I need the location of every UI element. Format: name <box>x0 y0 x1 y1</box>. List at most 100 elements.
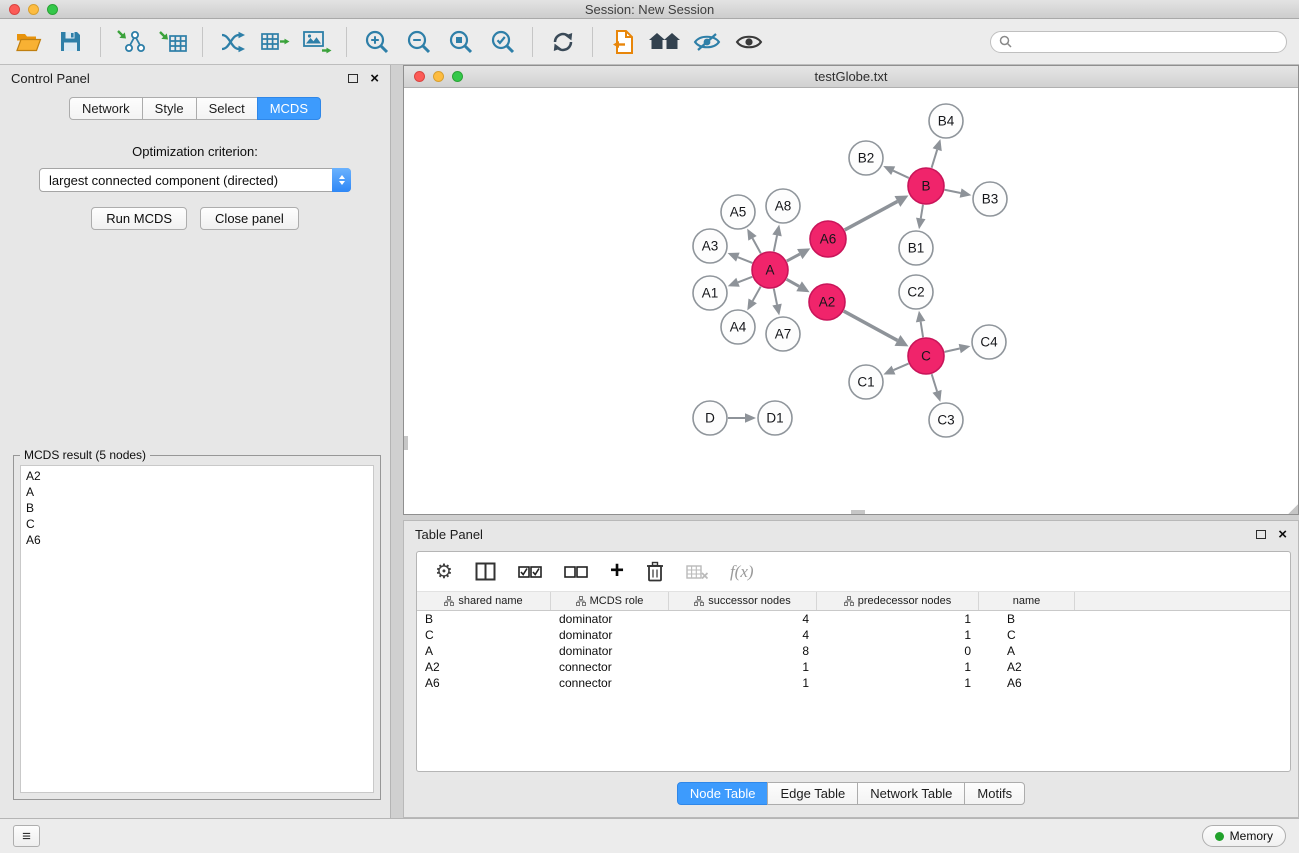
optimization-criterion-select[interactable]: largest connected component (directed) <box>39 168 351 192</box>
close-table-panel-icon[interactable]: × <box>1278 527 1287 542</box>
network-edge[interactable] <box>945 349 960 352</box>
network-edge[interactable] <box>894 364 909 371</box>
cell-shared-name[interactable]: C <box>417 627 551 643</box>
import-table-button[interactable] <box>154 23 191 60</box>
close-panel-icon[interactable]: × <box>370 71 379 86</box>
graphics-details-button[interactable] <box>688 23 725 60</box>
network-node[interactable]: D <box>693 401 727 435</box>
network-edge[interactable] <box>844 311 898 340</box>
cell-name[interactable]: C <box>979 627 1075 643</box>
cell-shared-name[interactable]: A <box>417 643 551 659</box>
home-view-button[interactable] <box>646 23 683 60</box>
tab-network[interactable]: Network <box>69 97 143 120</box>
network-window-titlebar[interactable]: testGlobe.txt <box>404 66 1298 88</box>
close-window-button[interactable] <box>9 4 20 15</box>
cell-name[interactable]: A6 <box>979 675 1075 691</box>
network-node[interactable]: A3 <box>693 229 727 263</box>
mcds-result-list[interactable]: A2 A B C A6 <box>20 465 374 793</box>
network-node-mcds[interactable]: A6 <box>810 221 846 257</box>
network-edge[interactable] <box>738 257 753 263</box>
cell-predecessor-nodes[interactable]: 1 <box>817 611 979 627</box>
cell-successor-nodes[interactable]: 4 <box>669 627 817 643</box>
network-node-mcds[interactable]: C <box>908 338 944 374</box>
network-edge[interactable] <box>787 254 800 261</box>
tab-select[interactable]: Select <box>196 97 258 120</box>
list-item[interactable]: A2 <box>21 468 373 484</box>
zoom-selected-button[interactable] <box>484 23 521 60</box>
zoom-window-button[interactable] <box>47 4 58 15</box>
network-node[interactable]: D1 <box>758 401 792 435</box>
tab-motifs[interactable]: Motifs <box>964 782 1025 805</box>
list-item[interactable]: A6 <box>21 532 373 548</box>
float-table-panel-icon[interactable] <box>1256 530 1266 539</box>
cell-mcds-role[interactable]: dominator <box>551 627 669 643</box>
cell-name[interactable]: B <box>979 611 1075 627</box>
cell-successor-nodes[interactable]: 1 <box>669 675 817 691</box>
minimize-window-button[interactable] <box>28 4 39 15</box>
list-item[interactable]: A <box>21 484 373 500</box>
column-layout-button[interactable] <box>475 562 496 581</box>
column-header-successor-nodes[interactable]: successor nodes <box>669 592 817 610</box>
network-edge[interactable] <box>753 287 761 301</box>
network-edge[interactable] <box>752 238 760 253</box>
list-item[interactable]: C <box>21 516 373 532</box>
cell-name[interactable]: A2 <box>979 659 1075 675</box>
network-node[interactable]: B3 <box>973 182 1007 216</box>
run-mcds-button[interactable]: Run MCDS <box>91 207 187 230</box>
cell-successor-nodes[interactable]: 4 <box>669 611 817 627</box>
column-header-name[interactable]: name <box>979 592 1075 610</box>
network-edge[interactable] <box>945 190 961 193</box>
close-network-button[interactable] <box>414 71 425 82</box>
tab-style[interactable]: Style <box>142 97 197 120</box>
network-edge[interactable] <box>932 150 938 168</box>
tab-mcds[interactable]: MCDS <box>257 97 321 120</box>
cell-mcds-role[interactable]: connector <box>551 675 669 691</box>
tab-node-table[interactable]: Node Table <box>677 782 769 805</box>
network-canvas[interactable]: AA1A3A4A5A7A8A6A2BB1B2B3B4CC1C2C3C4DD1 <box>404 88 1298 514</box>
table-row[interactable]: A6 connector 1 1 A6 <box>417 675 1290 691</box>
export-image-button[interactable] <box>298 23 335 60</box>
network-node-mcds[interactable]: B <box>908 168 944 204</box>
delete-row-button[interactable] <box>646 561 664 582</box>
network-edge[interactable] <box>893 171 909 178</box>
apply-layout-button[interactable] <box>544 23 581 60</box>
zoom-network-button[interactable] <box>452 71 463 82</box>
minimize-network-button[interactable] <box>433 71 444 82</box>
network-edge[interactable] <box>738 277 752 282</box>
network-node[interactable]: C4 <box>972 325 1006 359</box>
table-row[interactable]: B dominator 4 1 B <box>417 611 1290 627</box>
network-node[interactable]: B4 <box>929 104 963 138</box>
memory-button[interactable]: Memory <box>1202 825 1286 847</box>
zoom-in-button[interactable] <box>358 23 395 60</box>
network-node[interactable]: A7 <box>766 317 800 351</box>
network-edge[interactable] <box>932 374 937 391</box>
network-node[interactable]: A1 <box>693 276 727 310</box>
cell-mcds-role[interactable]: dominator <box>551 611 669 627</box>
cell-shared-name[interactable]: B <box>417 611 551 627</box>
cell-predecessor-nodes[interactable]: 1 <box>817 627 979 643</box>
network-node[interactable]: B1 <box>899 231 933 265</box>
column-header-predecessor-nodes[interactable]: predecessor nodes <box>817 592 979 610</box>
cell-shared-name[interactable]: A2 <box>417 659 551 675</box>
network-node-mcds[interactable]: A2 <box>809 284 845 320</box>
save-session-button[interactable] <box>52 23 89 60</box>
table-row[interactable]: A2 connector 1 1 A2 <box>417 659 1290 675</box>
show-hide-panel-button[interactable] <box>730 23 767 60</box>
open-session-button[interactable] <box>10 23 47 60</box>
resize-grip[interactable] <box>1287 503 1298 514</box>
network-edge[interactable] <box>921 322 923 338</box>
network-node[interactable]: C3 <box>929 403 963 437</box>
open-document-button[interactable] <box>604 23 641 60</box>
task-history-button[interactable]: ≡ <box>13 825 40 847</box>
cell-shared-name[interactable]: A6 <box>417 675 551 691</box>
network-node[interactable]: A4 <box>721 310 755 344</box>
cell-mcds-role[interactable]: connector <box>551 659 669 675</box>
close-panel-button[interactable]: Close panel <box>200 207 299 230</box>
export-network-button[interactable] <box>214 23 251 60</box>
cell-name[interactable]: A <box>979 643 1075 659</box>
tab-network-table[interactable]: Network Table <box>857 782 965 805</box>
network-node[interactable]: C2 <box>899 275 933 309</box>
network-edge[interactable] <box>774 289 777 305</box>
network-edge[interactable] <box>845 201 898 230</box>
deselect-all-button[interactable] <box>564 565 588 579</box>
